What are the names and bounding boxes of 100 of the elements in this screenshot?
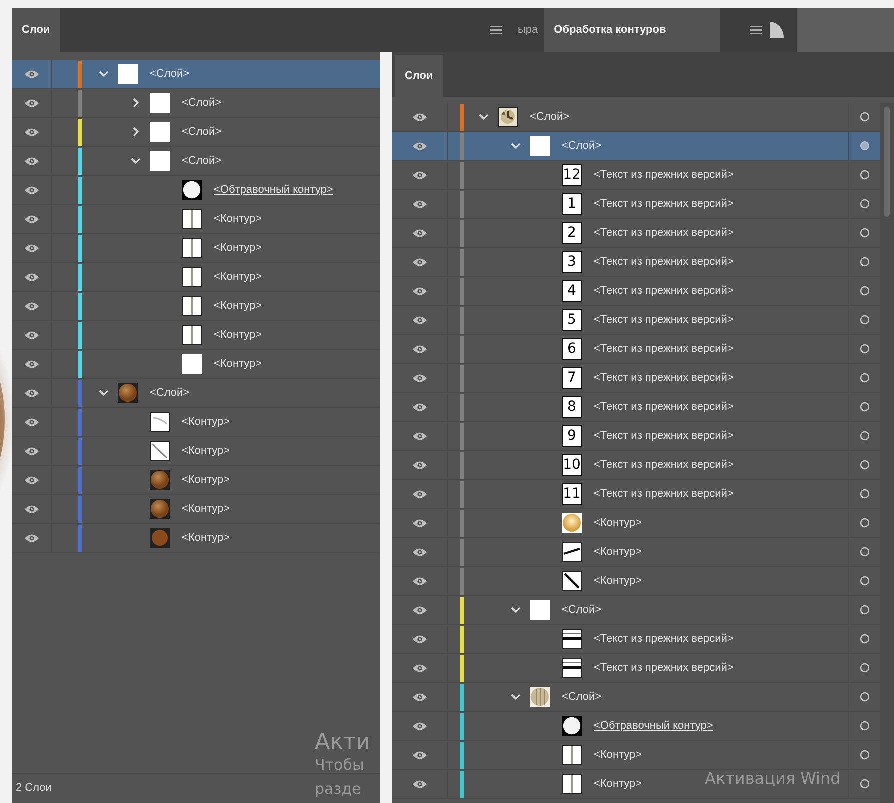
- eye-icon[interactable]: [412, 228, 426, 238]
- layer-row[interactable]: 3 <Текст из прежних версий>: [392, 248, 880, 277]
- eye-icon[interactable]: [412, 432, 426, 440]
- eye-icon[interactable]: [412, 112, 426, 122]
- eye-icon[interactable]: [24, 156, 38, 166]
- layer-row[interactable]: <Контур>: [12, 350, 380, 379]
- chevron-down-icon[interactable]: [131, 158, 141, 164]
- chevron-down-icon[interactable]: [511, 143, 521, 149]
- layer-row[interactable]: <Контур>: [12, 321, 380, 350]
- eye-icon[interactable]: [412, 692, 426, 702]
- layer-row[interactable]: <Обтравочный контур>: [392, 712, 880, 741]
- layer-row[interactable]: <Слой>: [392, 132, 880, 161]
- eye-icon[interactable]: [24, 214, 38, 224]
- eye-icon[interactable]: [24, 272, 38, 282]
- layer-row[interactable]: <Контур>: [12, 408, 380, 437]
- layer-row[interactable]: <Контур>: [12, 263, 380, 292]
- eye-icon[interactable]: [412, 606, 426, 614]
- eye-icon[interactable]: [24, 98, 38, 108]
- layer-row[interactable]: 4 <Текст из прежних версий>: [392, 277, 880, 306]
- target-circle-icon[interactable]: [860, 315, 870, 325]
- layer-row[interactable]: 2 <Текст из прежних версий>: [392, 219, 880, 248]
- layer-row[interactable]: <Слой>: [392, 683, 880, 712]
- panel-tab[interactable]: Слои: [395, 55, 444, 97]
- eye-icon[interactable]: [24, 418, 38, 426]
- eye-icon[interactable]: [24, 70, 38, 78]
- eye-icon[interactable]: [412, 286, 426, 296]
- menu-icon[interactable]: [750, 26, 762, 34]
- target-circle-icon[interactable]: [860, 344, 870, 354]
- layer-row[interactable]: 6 <Текст из прежних версий>: [392, 335, 880, 364]
- target-circle-icon[interactable]: [860, 460, 870, 470]
- eye-icon[interactable]: [24, 476, 38, 484]
- layer-row[interactable]: <Слой>: [12, 147, 380, 176]
- panel-tab[interactable]: ыра: [512, 8, 544, 52]
- layer-row[interactable]: <Контур>: [12, 205, 380, 234]
- eye-icon[interactable]: [412, 170, 426, 180]
- panel-icon[interactable]: [770, 22, 784, 38]
- target-circle-icon[interactable]: [860, 750, 870, 760]
- layer-row[interactable]: <Контур>: [392, 567, 880, 596]
- target-circle-icon[interactable]: [860, 489, 870, 499]
- eye-icon[interactable]: [412, 722, 426, 730]
- layer-row[interactable]: <Слой>: [12, 60, 380, 89]
- layer-row[interactable]: 7 <Текст из прежних версий>: [392, 364, 880, 393]
- eye-icon[interactable]: [24, 360, 38, 368]
- eye-icon[interactable]: [412, 460, 426, 470]
- layer-row[interactable]: <Контур>: [12, 466, 380, 495]
- eye-icon[interactable]: [24, 128, 38, 136]
- layer-row[interactable]: <Контур>: [392, 538, 880, 567]
- target-circle-icon[interactable]: [860, 170, 870, 180]
- layer-row[interactable]: 10 <Текст из прежних версий>: [392, 451, 880, 480]
- target-circle-icon[interactable]: [860, 605, 870, 615]
- chevron-right-icon[interactable]: [133, 127, 139, 137]
- target-circle-icon[interactable]: [860, 286, 870, 296]
- eye-icon[interactable]: [412, 258, 426, 266]
- target-circle-icon[interactable]: [860, 779, 870, 789]
- target-circle-icon[interactable]: [860, 721, 870, 731]
- eye-icon[interactable]: [24, 446, 38, 456]
- eye-icon[interactable]: [412, 490, 426, 498]
- target-circle-icon[interactable]: [860, 141, 870, 151]
- layer-row[interactable]: 11 <Текст из прежних версий>: [392, 480, 880, 509]
- layer-row[interactable]: <Контур> Активация Wind: [392, 770, 880, 799]
- layer-row[interactable]: <Слой>: [12, 118, 380, 147]
- target-circle-icon[interactable]: [860, 692, 870, 702]
- chevron-down-icon[interactable]: [511, 694, 521, 700]
- layer-row[interactable]: <Контур>: [12, 495, 380, 524]
- chevron-down-icon[interactable]: [99, 390, 109, 396]
- eye-icon[interactable]: [412, 548, 426, 556]
- target-circle-icon[interactable]: [860, 228, 870, 238]
- eye-icon[interactable]: [412, 634, 426, 644]
- target-circle-icon[interactable]: [860, 663, 870, 673]
- chevron-right-icon[interactable]: [133, 98, 139, 108]
- scrollbar[interactable]: [880, 103, 894, 803]
- eye-icon[interactable]: [412, 200, 426, 208]
- layer-row[interactable]: <Контур>: [12, 234, 380, 263]
- eye-icon[interactable]: [412, 518, 426, 528]
- layer-row[interactable]: 9 <Текст из прежних версий>: [392, 422, 880, 451]
- layer-row[interactable]: 5 <Текст из прежних версий>: [392, 306, 880, 335]
- panel-tab[interactable]: Обработка контуров: [544, 8, 720, 52]
- target-circle-icon[interactable]: [860, 257, 870, 267]
- layer-row[interactable]: <Контур>: [12, 292, 380, 321]
- menu-icon[interactable]: [490, 26, 502, 34]
- target-circle-icon[interactable]: [860, 373, 870, 383]
- layer-row[interactable]: <Контур>: [12, 524, 380, 553]
- target-circle-icon[interactable]: [860, 431, 870, 441]
- layer-row[interactable]: 12 <Текст из прежних версий>: [392, 161, 880, 190]
- eye-icon[interactable]: [24, 330, 38, 340]
- eye-icon[interactable]: [24, 302, 38, 310]
- panel-tab[interactable]: Слои: [12, 8, 60, 52]
- target-circle-icon[interactable]: [860, 199, 870, 209]
- eye-icon[interactable]: [412, 344, 426, 354]
- eye-icon[interactable]: [412, 374, 426, 382]
- eye-icon[interactable]: [412, 576, 426, 586]
- target-circle-icon[interactable]: [860, 634, 870, 644]
- layer-row[interactable]: <Контур>: [392, 741, 880, 770]
- eye-icon[interactable]: [24, 244, 38, 252]
- chevron-down-icon[interactable]: [99, 71, 109, 77]
- layer-row[interactable]: <Контур>: [12, 437, 380, 466]
- layer-row[interactable]: <Слой>: [12, 379, 380, 408]
- layer-row[interactable]: <Текст из прежних версий>: [392, 625, 880, 654]
- layer-row[interactable]: <Контур>: [392, 509, 880, 538]
- eye-icon[interactable]: [412, 402, 426, 412]
